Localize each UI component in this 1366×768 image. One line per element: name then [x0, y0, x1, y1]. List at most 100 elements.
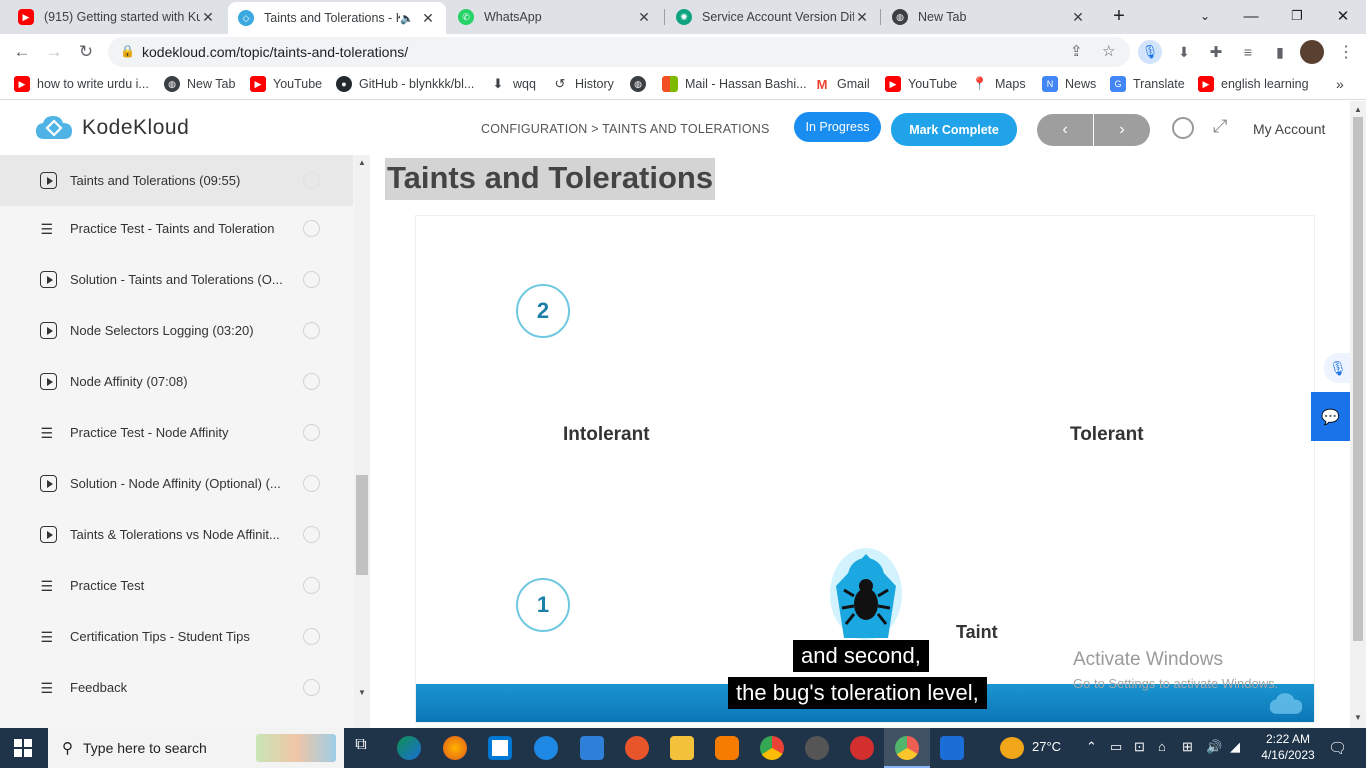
taskbar-search-box[interactable]: ⚲ Type here to search [48, 728, 344, 768]
bookmark-item[interactable]: G Translate [1110, 76, 1185, 92]
lesson-item[interactable]: Taints & Tolerations vs Node Affinit... [0, 509, 353, 560]
status-badge[interactable]: In Progress [794, 112, 881, 142]
opera-icon[interactable] [850, 736, 874, 760]
scroll-up-icon[interactable]: ▲ [1354, 105, 1362, 114]
bookmark-item[interactable]: Mail - Hassan Bashi... [662, 76, 807, 92]
completion-circle[interactable] [303, 526, 320, 543]
menu-icon[interactable]: ⋮ [1334, 40, 1358, 64]
completion-circle[interactable] [303, 424, 320, 441]
system-clock[interactable]: 2:22 AM 4/16/2023 [1252, 731, 1324, 763]
media-control-icon[interactable]: ≡ [1236, 40, 1260, 64]
completion-circle[interactable] [303, 172, 320, 189]
lesson-item[interactable]: ☰ Feedback [0, 662, 353, 713]
completion-circle[interactable] [303, 322, 320, 339]
close-tab-icon[interactable]: ✕ [420, 10, 436, 27]
download-extension-icon[interactable]: ⬇ [1172, 40, 1196, 64]
voice-input-icon[interactable]: 🎙 [1324, 353, 1352, 383]
bookmark-item[interactable]: ⬇ wqq [490, 76, 536, 92]
bookmark-item[interactable]: ▶ YouTube [250, 76, 322, 92]
side-panel-icon[interactable]: ▮ [1268, 40, 1292, 64]
firefox-icon[interactable] [443, 736, 467, 760]
battery-icon[interactable]: ▭ [1110, 739, 1122, 755]
weather-icon[interactable] [1000, 737, 1024, 759]
bookmark-item[interactable]: ↺ History [552, 76, 614, 92]
windows-start-icon[interactable] [14, 739, 32, 757]
mail-icon[interactable] [580, 736, 604, 760]
tab-chatgpt[interactable]: ✺ Service Account Version Diffe ✕ [666, 0, 880, 34]
bookmark-item[interactable]: M Gmail [814, 76, 870, 92]
scroll-down-icon[interactable]: ▼ [358, 688, 366, 697]
tab-new-tab[interactable]: ◍ New Tab ✕ [882, 0, 1096, 34]
page-scrollbar[interactable]: ▲ ▼ [1350, 101, 1366, 728]
lesson-item[interactable]: ☰ Practice Test - Taints and Toleration [0, 203, 353, 254]
lesson-item[interactable]: ☰ Certification Tips - Student Tips [0, 611, 353, 662]
share-icon[interactable]: ⇪ [1070, 42, 1083, 60]
bookmark-item[interactable]: ▶ english learning [1198, 76, 1309, 92]
forward-icon[interactable]: → [42, 40, 66, 64]
network-icon[interactable]: ⊡ [1134, 739, 1145, 755]
edge-icon[interactable] [397, 736, 421, 760]
settings-app-icon[interactable] [715, 736, 739, 760]
speaker-icon[interactable]: 🔈 [400, 12, 414, 25]
chat-icon[interactable]: 💬 [1311, 392, 1350, 441]
bookmark-item[interactable]: ◍ [630, 76, 653, 92]
show-hidden-icons[interactable]: ⌃ [1086, 739, 1097, 755]
weather-temperature[interactable]: 27°C [1032, 739, 1061, 754]
lesson-item[interactable]: Solution - Taints and Tolerations (O... [0, 254, 353, 305]
scrollbar-thumb[interactable] [1353, 117, 1363, 641]
bookmark-item[interactable]: ◍ New Tab [164, 76, 235, 92]
breadcrumb[interactable]: CONFIGURATION > TAINTS AND TOLERATIONS [481, 122, 770, 136]
completion-circle[interactable] [303, 577, 320, 594]
file-explorer-icon[interactable] [670, 736, 694, 760]
mark-complete-button[interactable]: Mark Complete [891, 113, 1017, 146]
back-icon[interactable]: ← [10, 40, 34, 64]
completion-circle[interactable] [303, 373, 320, 390]
dark-mode-icon[interactable] [1172, 117, 1194, 139]
wifi-icon[interactable]: ◢ [1230, 739, 1240, 755]
lesson-item[interactable]: ☰ Practice Test [0, 560, 353, 611]
lesson-item[interactable]: Solution - Node Affinity (Optional) (... [0, 458, 353, 509]
skype-icon[interactable] [534, 736, 558, 760]
address-bar[interactable]: 🔒 kodekloud.com/topic/taints-and-tolerat… [108, 37, 1130, 67]
tab-youtube[interactable]: ▶ (915) Getting started with Ku ✕ [8, 0, 226, 34]
bookmark-item[interactable]: ▶ YouTube [885, 76, 957, 92]
microphone-extension-icon[interactable]: 🎙 [1138, 40, 1162, 64]
my-account-link[interactable]: My Account [1253, 121, 1325, 137]
bookmark-item[interactable]: 📍 Maps [972, 76, 1026, 92]
extensions-icon[interactable]: ✚ [1204, 40, 1228, 64]
close-tab-icon[interactable]: ✕ [854, 9, 870, 26]
tab-kodekloud[interactable]: ◇ Taints and Tolerations - K 🔈 ✕ [228, 2, 446, 34]
chrome-icon[interactable] [760, 736, 784, 760]
tab-whatsapp[interactable]: ✆ WhatsApp ✕ [448, 0, 662, 34]
store-icon[interactable] [488, 736, 512, 760]
volume-icon[interactable]: 🔊 [1206, 739, 1222, 755]
new-tab-button[interactable]: + [1096, 0, 1142, 32]
tab-search-icon[interactable]: ⌄ [1182, 0, 1228, 32]
close-window-button[interactable]: ✕ [1320, 0, 1366, 32]
video-player[interactable]: 2 1 Intolerant Tolerant Taint and second… [415, 215, 1315, 723]
sidebar-scrollbar[interactable]: ▲ ▼ [354, 155, 370, 728]
notifications-icon[interactable]: 🗨 [1328, 739, 1347, 757]
completion-circle[interactable] [303, 475, 320, 492]
lesson-item-active[interactable]: Taints and Tolerations (09:55) [0, 155, 353, 206]
close-tab-icon[interactable]: ✕ [200, 9, 216, 26]
bookmark-item[interactable]: ▶ how to write urdu i... [14, 76, 149, 92]
completion-circle[interactable] [303, 271, 320, 288]
completion-circle[interactable] [303, 679, 320, 696]
next-lesson-button[interactable]: › [1094, 114, 1150, 146]
minimize-button[interactable]: — [1228, 0, 1274, 32]
device-icon[interactable]: ⌂ [1158, 739, 1166, 754]
bookmark-item[interactable]: ● GitHub - blynkkk/bl... [336, 76, 474, 92]
kodekloud-logo[interactable]: KodeKloud [34, 113, 189, 143]
star-icon[interactable]: ☆ [1102, 42, 1115, 60]
lesson-item[interactable]: Node Selectors Logging (03:20) [0, 305, 353, 356]
app-icon[interactable] [625, 736, 649, 760]
lesson-item[interactable]: ☰ Practice Test - Node Affinity [0, 407, 353, 458]
fullscreen-icon[interactable]: ⤢ [1213, 116, 1227, 137]
restore-button[interactable]: ❐ [1274, 0, 1320, 32]
bookmark-item[interactable]: N News [1042, 76, 1096, 92]
completion-circle[interactable] [303, 628, 320, 645]
task-view-icon[interactable]: ⧉ [349, 736, 373, 760]
lesson-item[interactable]: Node Affinity (07:08) [0, 356, 353, 407]
camera-app-icon[interactable] [805, 736, 829, 760]
